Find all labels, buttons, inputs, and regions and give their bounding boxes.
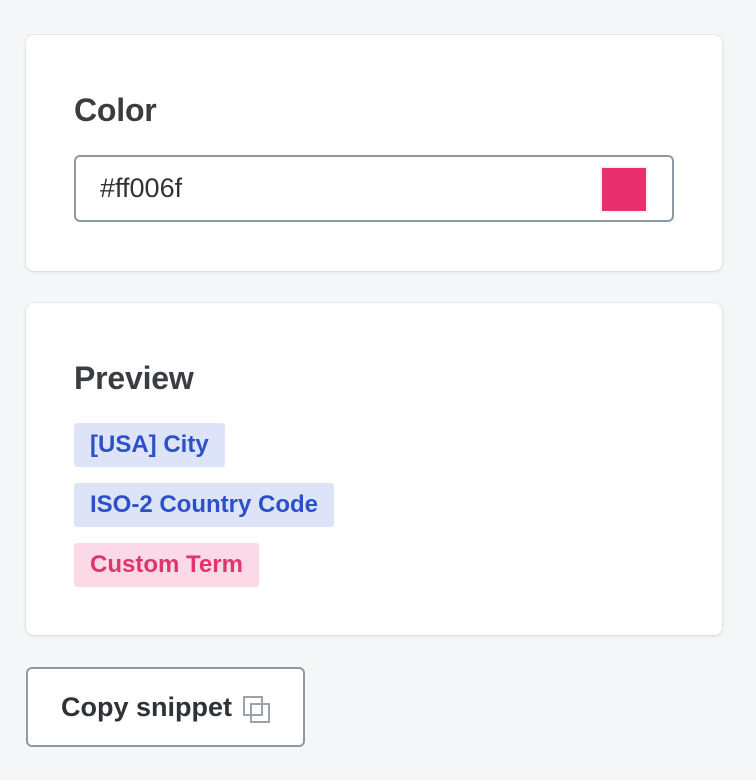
color-card: Color	[26, 35, 722, 271]
color-title: Color	[74, 92, 157, 128]
chip-usa-city: [USA] City	[74, 423, 225, 467]
chip-custom-term: Custom Term	[74, 543, 259, 587]
copy-snippet-label: Copy snippet	[61, 691, 233, 722]
color-field[interactable]	[74, 155, 674, 222]
color-swatch[interactable]	[600, 166, 648, 213]
copy-snippet-button[interactable]: Copy snippet	[26, 667, 305, 747]
copy-icon	[242, 695, 272, 725]
preview-card: Preview [USA] City ISO-2 Country Code Cu…	[26, 303, 722, 635]
preview-chip-list: [USA] City ISO-2 Country Code Custom Ter…	[74, 423, 335, 603]
preview-title: Preview	[74, 360, 194, 396]
color-input[interactable]	[100, 173, 580, 204]
chip-iso2-country-code: ISO-2 Country Code	[74, 483, 335, 527]
